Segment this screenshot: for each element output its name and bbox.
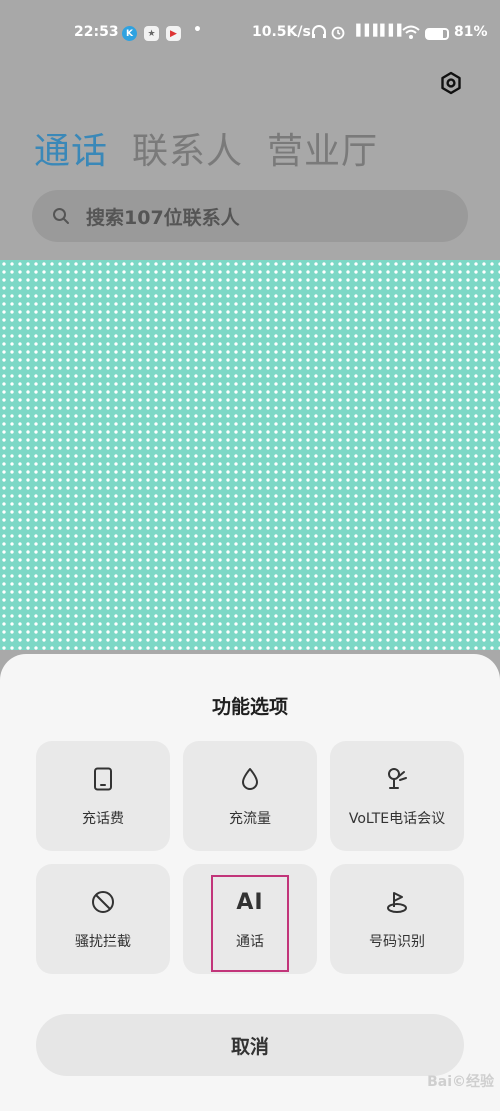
option-label: 号码识别 — [369, 934, 425, 950]
sheet-title: 功能选项 — [211, 696, 288, 718]
search-input[interactable]: 搜索107位联系人 — [32, 190, 468, 242]
battery-level — [427, 30, 444, 38]
option-label: 骚扰拦截 — [75, 934, 131, 950]
status-time: 22:53 — [74, 24, 119, 40]
search-placeholder: 搜索107位联系人 — [86, 206, 240, 229]
tab-calls[interactable]: 通话 — [34, 122, 108, 174]
option-number-identification[interactable]: 号码识别 — [330, 864, 464, 974]
option-label: 充话费 — [82, 811, 124, 827]
watermark-logo: Bai©经验 — [382, 1060, 494, 1102]
tab-service-hall[interactable]: 营业厅 — [267, 122, 378, 174]
battery-icon — [425, 28, 449, 40]
more-notifications-dot: • — [193, 22, 202, 38]
option-label: 充流量 — [229, 811, 271, 827]
notification-app-icon: K — [122, 26, 137, 41]
settings-button[interactable] — [436, 68, 466, 98]
notification-app-icon: ★ — [144, 26, 159, 41]
block-icon — [90, 887, 116, 917]
headphones-icon — [311, 24, 327, 44]
wifi-icon — [402, 24, 420, 44]
tab-contacts[interactable]: 联系人 — [132, 122, 243, 174]
option-volte-conference[interactable]: VoLTE电话会议 — [330, 741, 464, 851]
droplet-icon — [240, 764, 260, 794]
redacted-pattern-overlay — [0, 260, 500, 650]
option-spam-block[interactable]: 骚扰拦截 — [36, 864, 170, 974]
conference-icon — [385, 764, 409, 794]
watermark-text: Bai©经验 — [427, 1074, 494, 1090]
battery-percent: 81% — [454, 24, 488, 40]
alarm-icon — [330, 24, 346, 44]
signal-icon: ▐▐▐ — [352, 24, 378, 37]
option-recharge-data[interactable]: 充流量 — [183, 741, 317, 851]
main-tabs: 通话 联系人 营业厅 — [34, 122, 378, 174]
location-pin-icon — [384, 887, 410, 917]
settings-gear-icon — [441, 71, 461, 95]
option-recharge-credit[interactable]: 充话费 — [36, 741, 170, 851]
status-bar: 22:53 K ★ ▶ • 10.5K/s ▐▐▐ ▐▐▐ 81% — [0, 18, 500, 52]
notification-app-icon: ▶ — [166, 26, 181, 41]
signal-icon: ▐▐▐ — [376, 24, 402, 37]
search-icon — [53, 208, 69, 224]
option-label: VoLTE电话会议 — [348, 811, 446, 827]
phone-device-icon — [93, 764, 113, 794]
network-speed: 10.5K/s — [252, 24, 311, 40]
highlight-annotation-box — [211, 875, 289, 972]
